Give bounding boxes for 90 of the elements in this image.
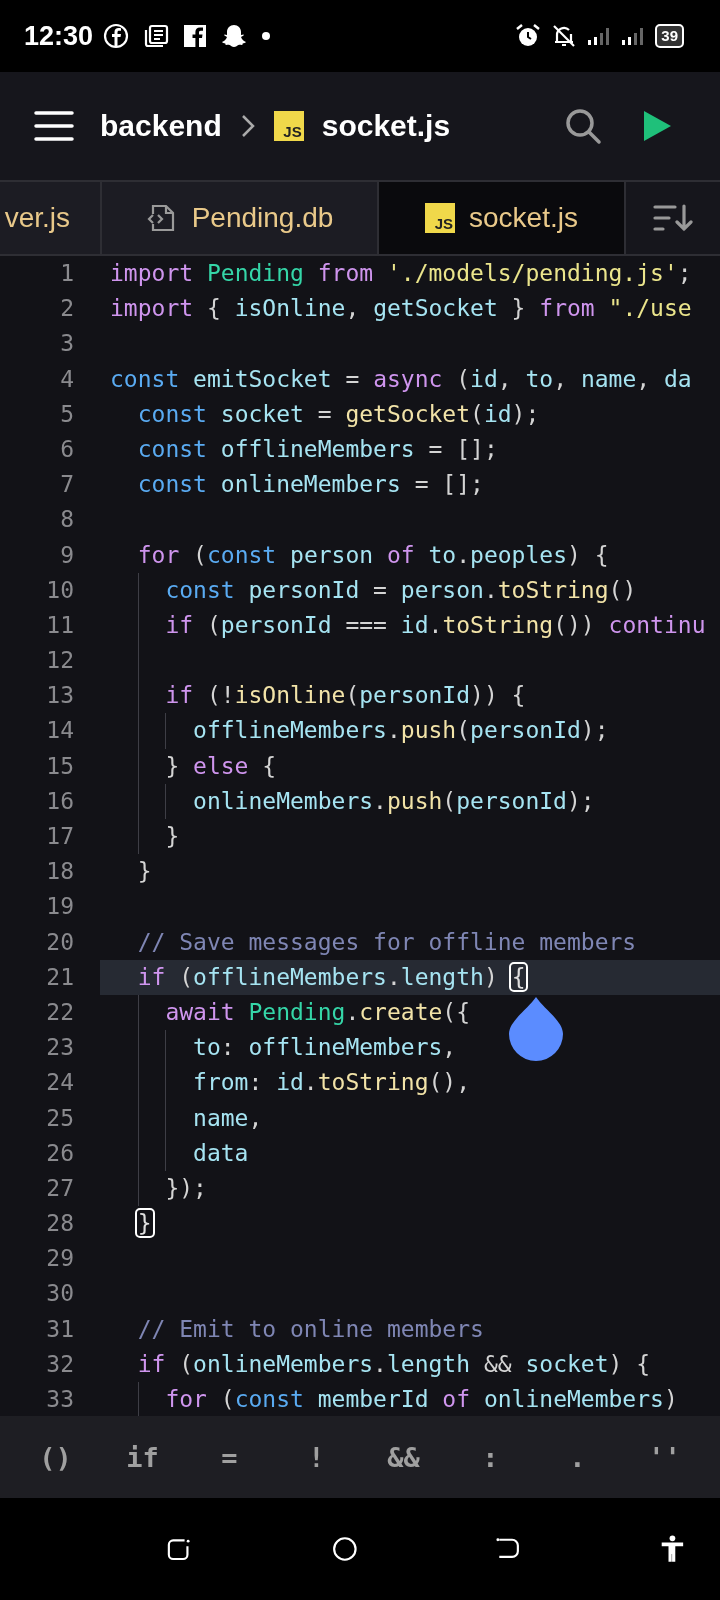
line-number: 14 (45, 716, 74, 746)
code-line: } else { (165, 751, 277, 781)
line-number: 21 (45, 962, 74, 992)
square-f-icon (183, 24, 208, 48)
code-line: const emitSocket = async (id, to, name, da (110, 364, 692, 394)
line-number: 12 (45, 646, 74, 676)
ghost-icon (221, 23, 248, 49)
shortcut-key[interactable]: && (360, 1433, 447, 1481)
code-line: data (193, 1138, 249, 1168)
menu-icon[interactable] (34, 110, 74, 142)
code-line: if (onlineMembers.length && socket) { (137, 1349, 651, 1379)
line-number: 23 (45, 1033, 74, 1063)
line-number: 10 (45, 575, 74, 605)
file-tab[interactable]: ver.js (0, 182, 102, 254)
code-line: name, (193, 1103, 263, 1133)
line-number: 28 (45, 1209, 74, 1239)
code-line: offlineMembers.push(personId); (193, 716, 609, 746)
line-number: 11 (45, 610, 74, 640)
code-line: const offlineMembers = []; (137, 434, 498, 464)
line-number: 7 (59, 470, 74, 500)
js-file-icon: JS (273, 111, 304, 141)
line-number: 27 (45, 1173, 74, 1203)
alarm-icon (515, 23, 542, 49)
line-number: 29 (45, 1244, 74, 1274)
js-file-icon: JS (425, 203, 456, 233)
line-number: 32 (45, 1349, 74, 1379)
file-tab[interactable]: JS socket.js (379, 182, 626, 254)
file-tab[interactable]: Pending.db (102, 182, 379, 254)
circle-f-icon (103, 23, 130, 49)
play-icon[interactable] (642, 110, 672, 142)
line-number: 26 (45, 1138, 74, 1168)
code-line: for (const person of to.peoples) { (137, 540, 609, 570)
code-line: import Pending from './models/pending.js'; (110, 259, 692, 288)
code-line: const personId = person.toString() (165, 575, 637, 605)
line-number: 16 (45, 786, 74, 816)
line-number: 1 (59, 259, 74, 288)
line-number: 5 (59, 399, 74, 429)
breadcrumb-item[interactable]: socket.js (321, 109, 451, 143)
code-line: } (137, 857, 152, 887)
code-line: if (!isOnline(personId)) { (165, 681, 526, 711)
chevron-icon (239, 113, 256, 139)
line-number: 18 (45, 857, 74, 887)
code-line: }); (165, 1173, 207, 1203)
line-number: 25 (45, 1103, 74, 1133)
line-number: 15 (45, 751, 74, 781)
breadcrumb-item[interactable]: backend (100, 109, 222, 143)
signal-icon (587, 26, 612, 46)
line-number: 24 (45, 1068, 74, 1098)
dot-icon (261, 31, 272, 41)
shortcut-key[interactable]: = (186, 1433, 273, 1481)
code-line: await Pending.create({ (165, 997, 471, 1027)
shortcut-key[interactable]: () (12, 1433, 99, 1481)
code-line: } (165, 822, 180, 851)
code-line: const socket = getSocket(id); (137, 399, 540, 429)
code-line: from: id.toString(), (193, 1068, 471, 1098)
line-number: 6 (59, 434, 74, 464)
clock-time: 12:30 (24, 20, 94, 52)
shortcut-key[interactable]: : (447, 1433, 534, 1481)
line-number: 19 (45, 892, 74, 922)
code-line: if (personId === id.toString()) continu (165, 610, 706, 640)
code-line: import { isOnline, getSocket } from "./use (110, 294, 692, 324)
signal-icon (621, 26, 646, 46)
line-number: 22 (45, 997, 74, 1027)
sort-icon (653, 203, 693, 233)
line-number: 9 (59, 540, 74, 570)
line-number: 4 (59, 364, 74, 394)
line-number: 30 (45, 1279, 74, 1309)
code-line: if (offlineMembers.length) { (137, 959, 526, 995)
line-number: 33 (45, 1385, 74, 1414)
code-line: to: offlineMembers, (193, 1033, 457, 1063)
line-number: 20 (45, 927, 74, 957)
code-line: const onlineMembers = []; (137, 470, 484, 500)
shortcut-key[interactable]: if (99, 1433, 186, 1481)
search-icon[interactable] (564, 107, 602, 145)
line-number: 2 (59, 294, 74, 324)
battery-icon: 39 (655, 24, 684, 48)
code-line: onlineMembers.push(personId); (193, 786, 595, 816)
news-icon (143, 23, 170, 49)
line-number: 8 (59, 505, 74, 535)
shortcut-key[interactable]: '' (621, 1433, 708, 1481)
line-number: 3 (59, 329, 74, 359)
cursor-handle-icon[interactable] (508, 996, 564, 1062)
shortcut-key[interactable]: ! (273, 1433, 360, 1481)
line-number: 17 (45, 822, 74, 851)
code-comment: // Save messages for offline members (137, 927, 637, 957)
code-comment: // Emit to online members (137, 1314, 484, 1344)
code-line: for (const memberId of onlineMembers) (165, 1385, 678, 1414)
shortcut-key[interactable]: . (534, 1433, 621, 1481)
line-number: 31 (45, 1314, 74, 1344)
line-number: 13 (45, 681, 74, 711)
